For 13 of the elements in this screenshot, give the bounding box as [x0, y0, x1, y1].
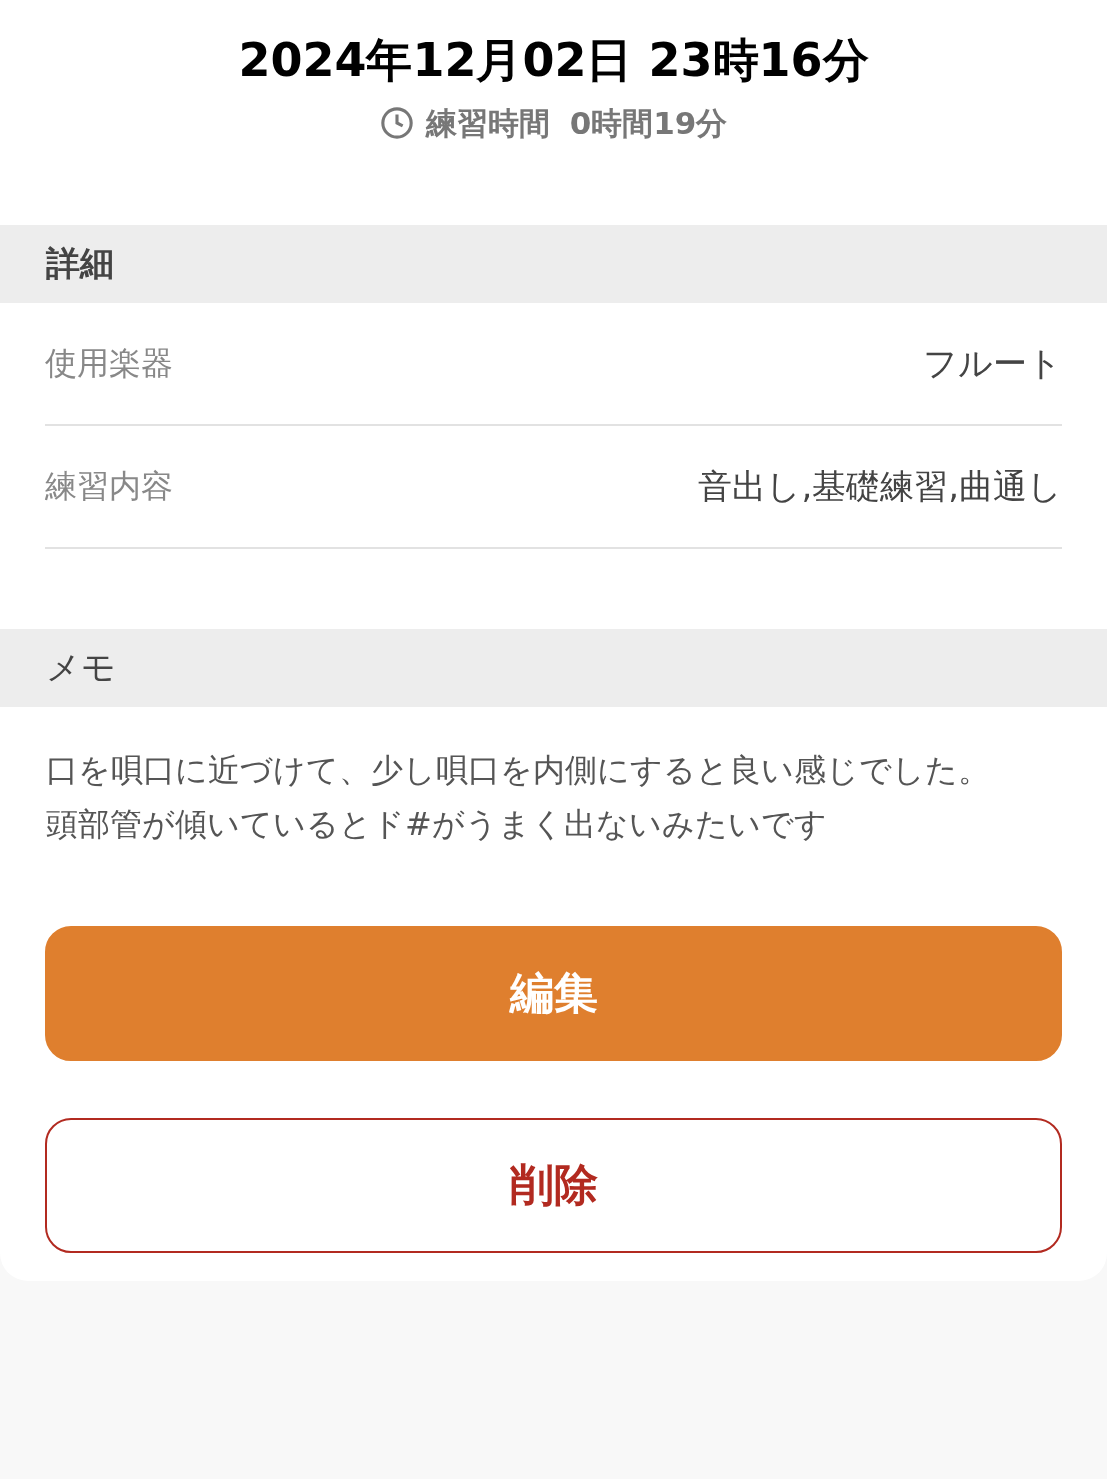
practice-time-value: 0時間19分 [569, 104, 728, 143]
detail-value: 音出し,基礎練習,曲通し [698, 464, 1062, 508]
delete-button[interactable]: 削除 [45, 1117, 1062, 1253]
section-title: 詳細 [46, 242, 114, 285]
date-time-title: 2024年12月02日 23時16分 [238, 32, 869, 89]
memo-text: 頭部管が傾いているとド#がうまく出ないみたいです [46, 803, 828, 845]
memo-text: 口を唄口に近づけて、少し唄口を内側にすると良い感じでした。 [46, 749, 991, 791]
detail-label: 練習内容 [45, 466, 173, 507]
practice-time-label: 練習時間 [425, 104, 550, 143]
clock-icon [379, 106, 414, 141]
detail-label: 使用楽器 [45, 343, 173, 384]
section-title: メモ [46, 646, 116, 689]
detail-value: フルート [923, 341, 1062, 385]
